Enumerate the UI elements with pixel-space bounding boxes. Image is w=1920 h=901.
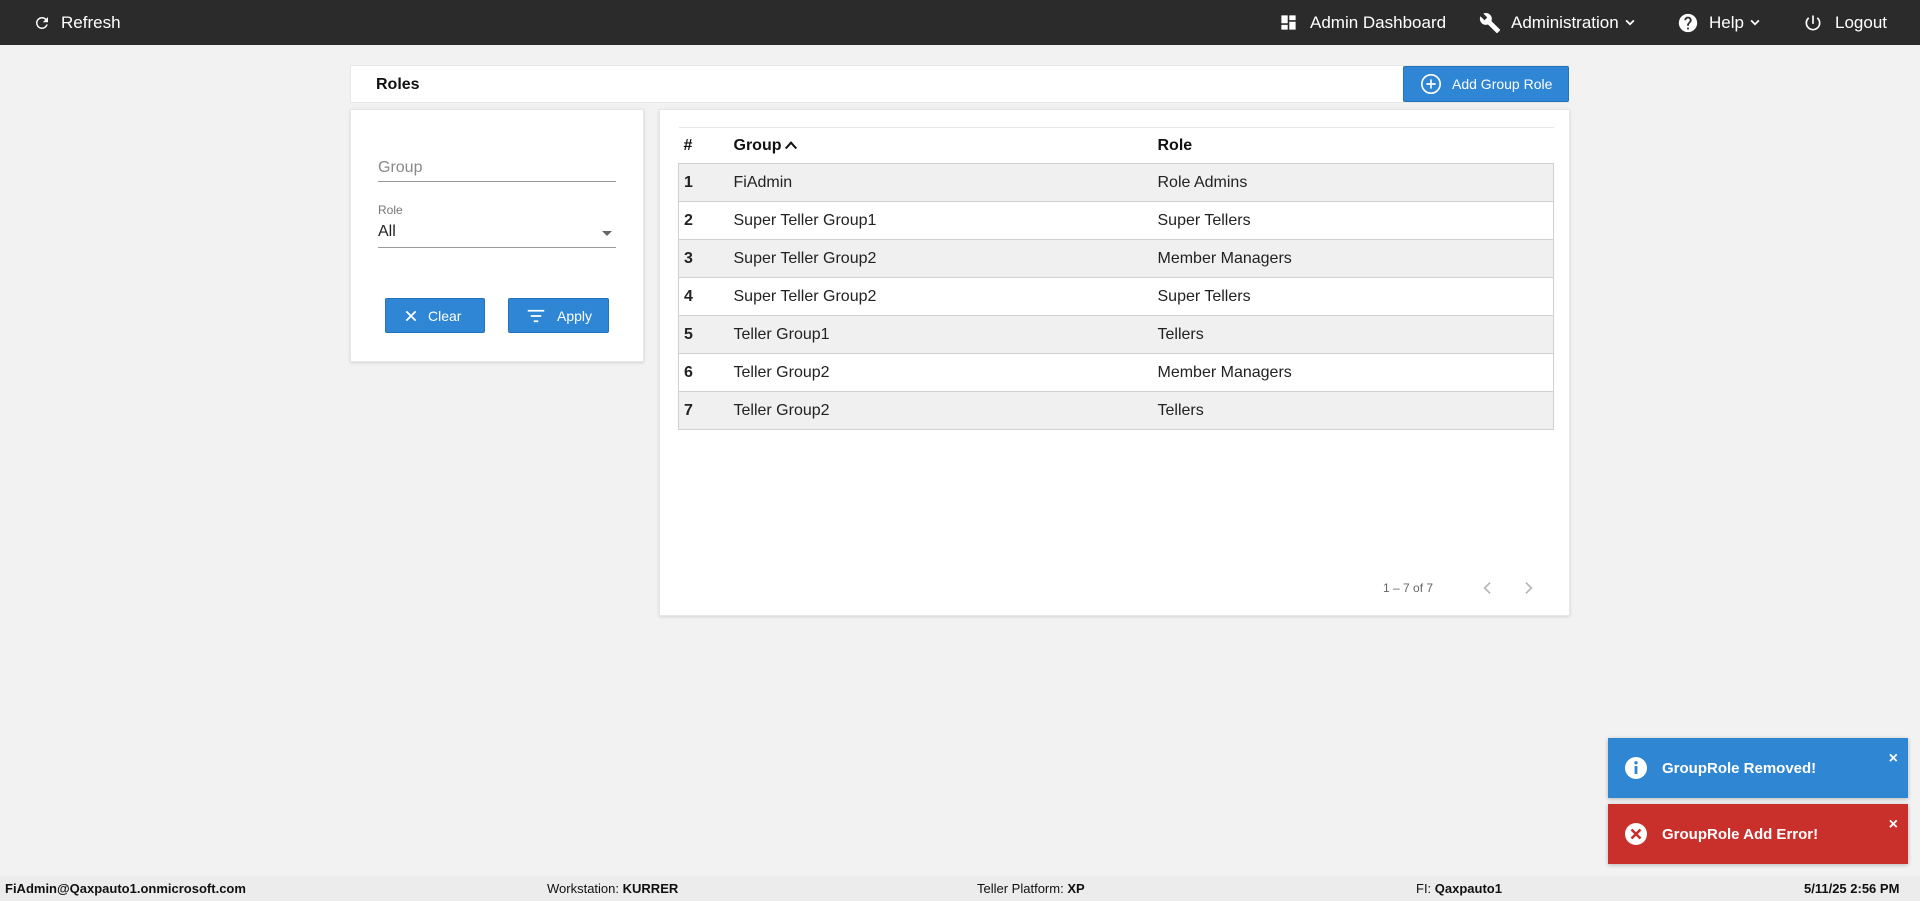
row-role: Tellers (1152, 391, 1554, 430)
roles-table: # Group Role 1 FiAdmin Role Admins 2 Sup… (678, 127, 1554, 430)
table-row[interactable]: 6 Teller Group2 Member Managers (678, 353, 1554, 392)
row-group: Teller Group1 (728, 315, 1153, 354)
next-page-button[interactable] (1520, 580, 1536, 601)
close-icon (405, 310, 417, 321)
row-role: Member Managers (1152, 353, 1554, 392)
refresh-button[interactable]: Refresh (33, 0, 121, 45)
page-header: Roles (350, 65, 1569, 103)
logout-button[interactable]: Logout (1803, 0, 1887, 45)
table-row[interactable]: 2 Super Teller Group1 Super Tellers (678, 201, 1554, 240)
table-row[interactable]: 1 FiAdmin Role Admins (678, 163, 1554, 202)
wrench-icon (1479, 12, 1501, 33)
column-header-role[interactable]: Role (1152, 127, 1554, 164)
chevron-down-icon (1625, 19, 1635, 25)
help-menu[interactable]: Help (1677, 0, 1761, 45)
logout-label: Logout (1835, 12, 1887, 32)
page-title: Roles (376, 76, 420, 93)
column-header-group-label: Group (733, 136, 782, 154)
row-role: Super Tellers (1152, 277, 1554, 316)
row-role: Super Tellers (1152, 201, 1554, 240)
toast-error-message: GroupRole Add Error! (1662, 825, 1819, 843)
power-icon (1805, 15, 1821, 30)
apply-label: Apply (557, 307, 593, 324)
row-number: 5 (678, 315, 729, 354)
row-number: 4 (678, 277, 729, 316)
error-icon (1625, 823, 1647, 845)
add-group-role-label: Add Group Role (1452, 76, 1553, 92)
column-header-group[interactable]: Group (728, 127, 1153, 164)
row-group: Super Teller Group2 (728, 239, 1153, 278)
refresh-icon (35, 16, 48, 29)
chevron-right-icon (1525, 582, 1533, 594)
dashboard-icon (1281, 15, 1296, 30)
info-icon (1625, 757, 1647, 779)
status-workstation: Workstation: KURRER (547, 876, 678, 901)
pagination-range: 1 – 7 of 7 (1383, 581, 1434, 595)
sort-ascending-icon (784, 141, 797, 150)
toast-error-close-button[interactable]: × (1889, 816, 1898, 834)
table-header-row: # Group Role (678, 127, 1554, 164)
column-header-role-label: Role (1157, 136, 1193, 154)
row-number: 2 (678, 201, 729, 240)
status-fi-label: FI: (1416, 881, 1432, 896)
row-role: Tellers (1152, 315, 1554, 354)
toast-info: GroupRole Removed! × (1608, 738, 1908, 798)
role-filter-select[interactable]: All (378, 220, 616, 248)
status-platform: Teller Platform: XP (977, 876, 1085, 901)
column-header-number[interactable]: # (678, 127, 729, 164)
row-group: Teller Group2 (728, 391, 1153, 430)
plus-circle-icon (1421, 74, 1441, 94)
chevron-left-icon (1483, 582, 1491, 594)
table-row[interactable]: 7 Teller Group2 Tellers (678, 391, 1554, 430)
administration-label: Administration (1511, 12, 1619, 32)
status-platform-label: Teller Platform: (977, 881, 1064, 896)
group-filter-input[interactable] (378, 155, 616, 182)
toast-error: GroupRole Add Error! × (1608, 804, 1908, 864)
filter-icon (527, 309, 545, 322)
role-filter-label: Role (378, 203, 403, 217)
status-user: FiAdmin@Qaxpauto1.onmicrosoft.com (5, 881, 246, 896)
row-group: FiAdmin (728, 163, 1153, 202)
row-number: 1 (678, 163, 729, 202)
status-workstation-value: KURRER (622, 881, 679, 896)
roles-table-panel: # Group Role 1 FiAdmin Role Admins 2 Sup… (659, 109, 1570, 616)
filter-panel: Role All Clear Apply (350, 109, 644, 362)
row-group: Super Teller Group2 (728, 277, 1153, 316)
status-bar: FiAdmin@Qaxpauto1.onmicrosoft.com Workst… (0, 876, 1920, 901)
help-circle-icon (1678, 13, 1698, 32)
column-header-number-label: # (683, 136, 693, 154)
role-filter-value: All (378, 223, 396, 240)
row-number: 3 (678, 239, 729, 278)
status-fi: FI: Qaxpauto1 (1416, 876, 1502, 901)
row-role: Member Managers (1152, 239, 1554, 278)
row-number: 6 (678, 353, 729, 392)
status-fi-value: Qaxpauto1 (1434, 881, 1502, 896)
table-row[interactable]: 4 Super Teller Group2 Super Tellers (678, 277, 1554, 316)
chevron-down-icon (1750, 19, 1760, 25)
table-row[interactable]: 3 Super Teller Group2 Member Managers (678, 239, 1554, 278)
admin-dashboard-link[interactable]: Admin Dashboard (1279, 0, 1446, 45)
toast-info-close-button[interactable]: × (1889, 750, 1898, 768)
top-navigation-bar: Refresh Admin Dashboard Administration H… (0, 0, 1920, 45)
administration-menu[interactable]: Administration (1479, 0, 1636, 45)
status-datetime: 5/11/25 2:56 PM (1804, 881, 1900, 896)
refresh-label: Refresh (61, 12, 121, 32)
help-label: Help (1709, 12, 1744, 32)
clear-label: Clear (428, 307, 462, 324)
row-role: Role Admins (1152, 163, 1554, 202)
row-number: 7 (678, 391, 729, 430)
status-workstation-label: Workstation: (547, 881, 620, 896)
dropdown-caret-icon (602, 231, 612, 236)
toast-info-message: GroupRole Removed! (1662, 759, 1817, 777)
clear-button[interactable]: Clear (385, 298, 485, 333)
row-group: Teller Group2 (728, 353, 1153, 392)
apply-button[interactable]: Apply (508, 298, 609, 333)
table-row[interactable]: 5 Teller Group1 Tellers (678, 315, 1554, 354)
add-group-role-button[interactable]: Add Group Role (1403, 66, 1569, 102)
status-platform-value: XP (1067, 881, 1085, 896)
previous-page-button[interactable] (1480, 580, 1496, 601)
row-group: Super Teller Group1 (728, 201, 1153, 240)
admin-dashboard-label: Admin Dashboard (1310, 12, 1447, 32)
